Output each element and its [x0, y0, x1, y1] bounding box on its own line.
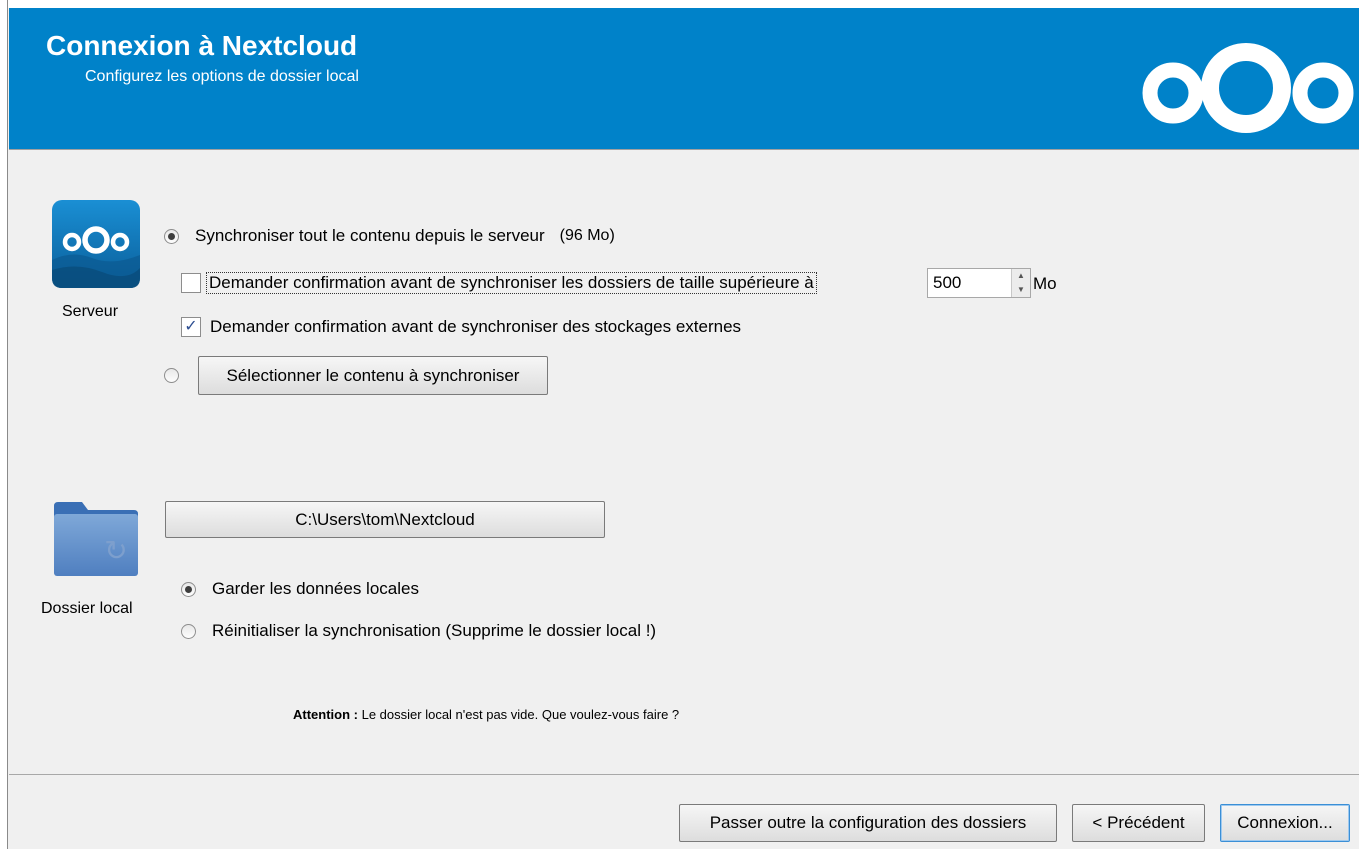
ask-large-folders-checkbox[interactable] [181, 273, 201, 293]
sync-all-radio[interactable] [164, 228, 179, 244]
warning-bold: Attention : [293, 707, 358, 722]
ask-external-checkbox[interactable]: ✓ [181, 317, 201, 337]
back-button[interactable]: < Précédent [1072, 804, 1205, 842]
connect-button[interactable]: Connexion... [1220, 804, 1350, 842]
size-limit-spinbox[interactable]: 500 ▲ ▼ [927, 268, 1031, 298]
server-label: Serveur [62, 303, 119, 320]
reset-sync-radio[interactable] [181, 623, 196, 639]
nextcloud-server-icon [52, 200, 140, 288]
step-down-icon[interactable]: ▼ [1012, 283, 1030, 297]
skip-config-button[interactable]: Passer outre la configuration des dossie… [679, 804, 1057, 842]
local-folder-label: Dossier local [41, 600, 133, 617]
warning-text: Le dossier local n'est pas vide. Que vou… [361, 707, 680, 722]
sync-all-label: Synchroniser tout le contenu depuis le s… [195, 226, 545, 245]
keep-data-radio[interactable] [181, 581, 196, 597]
ask-external-option[interactable]: ✓ Demander confirmation avant de synchro… [181, 317, 741, 337]
wizard-title: Connexion à Nextcloud [46, 30, 358, 61]
select-content-button[interactable]: Sélectionner le contenu à synchroniser [198, 356, 548, 395]
sync-folder-icon: ↻ [54, 502, 138, 576]
select-content-radio[interactable] [164, 368, 179, 383]
sync-all-option[interactable]: Synchroniser tout le contenu depuis le s… [164, 226, 615, 246]
nextcloud-logo-icon [1142, 43, 1354, 133]
size-limit-stepper[interactable]: ▲ ▼ [1011, 269, 1030, 297]
keep-data-label: Garder les données locales [212, 579, 419, 598]
window-left-edge [0, 0, 8, 849]
local-path-button[interactable]: C:\Users\tom\Nextcloud [165, 501, 605, 538]
wizard-subtitle: Configurez les options de dossier local [85, 68, 359, 85]
step-up-icon[interactable]: ▲ [1012, 269, 1030, 283]
size-limit-unit: Mo [1033, 274, 1057, 293]
footer-separator [9, 774, 1359, 775]
ask-external-label: Demander confirmation avant de synchroni… [210, 317, 742, 336]
size-limit-value[interactable]: 500 [928, 273, 1011, 293]
warning-message: Attention : Le dossier local n'est pas v… [293, 707, 679, 722]
reset-sync-label: Réinitialiser la synchronisation (Suppri… [212, 621, 657, 640]
wizard-header: Connexion à Nextcloud Configurez les opt… [9, 8, 1359, 149]
keep-data-option[interactable]: Garder les données locales [181, 579, 419, 599]
header-separator [9, 149, 1359, 150]
svg-text:↻: ↻ [104, 534, 127, 567]
ask-large-folders-option[interactable]: Demander confirmation avant de synchroni… [181, 272, 817, 294]
ask-large-folders-label: Demander confirmation avant de synchroni… [206, 272, 817, 294]
reset-sync-option[interactable]: Réinitialiser la synchronisation (Suppri… [181, 621, 656, 641]
sync-all-size: (96 Mo) [559, 227, 615, 244]
window-top-edge [0, 0, 1359, 8]
select-content-option[interactable] [164, 368, 179, 383]
